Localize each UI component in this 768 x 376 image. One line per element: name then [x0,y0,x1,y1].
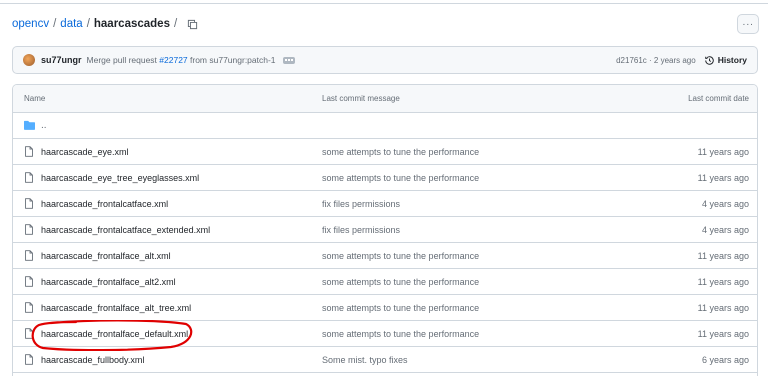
table-row[interactable]: haarcascade_frontalcatface.xml fix files … [13,191,757,217]
breadcrumb-folder-link[interactable]: data [60,18,82,30]
copy-path-button[interactable] [186,18,198,30]
file-icon [24,354,35,365]
file-icon [24,146,35,157]
file-commit-message[interactable]: Some mist. typo fixes [322,355,652,365]
breadcrumb-separator: / [53,18,57,30]
table-row[interactable]: haarcascade_frontalface_alt.xml some atte… [13,243,757,269]
file-name-link[interactable]: haarcascade_frontalcatface_extended.xml [41,225,210,235]
file-commit-message[interactable]: fix files permissions [322,199,652,209]
file-name-link[interactable]: haarcascade_eye.xml [41,147,129,157]
breadcrumb: opencv / data / haarcascades / [12,17,198,31]
breadcrumb-repo-link[interactable]: opencv [12,18,49,30]
commit-message-prefix: Merge pull request [86,55,160,65]
file-commit-date: 4 years ago [701,224,749,235]
file-commit-date: 11 years ago [697,146,749,157]
file-icon [24,224,35,235]
file-commit-date: 11 years ago [697,172,749,183]
parent-directory-row[interactable]: .. [13,113,757,139]
file-commit-date: 11 years ago [697,302,749,313]
parent-directory-link[interactable]: .. [41,120,47,131]
commit-meta: d21761c · 2 years ago History [616,55,747,66]
table-row[interactable]: haarcascade_frontalface_alt_tree.xml some… [13,295,757,321]
more-options-button[interactable]: ··· [737,14,759,34]
file-name-link[interactable]: haarcascade_frontalface_alt.xml [41,251,171,261]
file-icon [24,172,35,183]
file-commit-message[interactable]: some attempts to tune the performance [322,329,652,339]
column-header-message: Last commit message [322,94,400,103]
copy-icon [187,19,197,29]
expand-commit-message-button[interactable] [282,56,295,64]
file-name-link[interactable]: haarcascade_frontalface_default.xml [41,329,188,339]
history-button[interactable]: History [704,55,747,66]
table-row[interactable]: haarcascade_eye_tree_eyeglasses.xml some … [13,165,757,191]
page-top-border [0,3,768,4]
latest-commit-bar: su77ungr Merge pull request #22727 from … [12,46,758,74]
file-commit-message[interactable]: some attempts to tune the performance [322,303,652,313]
file-commit-date: 11 years ago [697,250,749,261]
file-name-link[interactable]: haarcascade_frontalface_alt2.xml [41,277,176,287]
table-row[interactable]: haarcascade_eye.xml some attempts to tune… [13,139,757,165]
file-commit-message[interactable]: some attempts to tune the performance [322,147,652,157]
file-commit-message[interactable]: some attempts to tune the performance [322,277,652,287]
table-header: Name Last commit message Last commit dat… [13,85,757,113]
table-row[interactable]: haarcascade_frontalface_default.xml some … [13,321,757,347]
file-commit-message[interactable]: some attempts to tune the performance [322,173,652,183]
history-label: History [717,55,747,65]
file-commit-date: 6 years ago [701,354,749,365]
file-name-link[interactable]: haarcascade_eye_tree_eyeglasses.xml [41,173,199,183]
commit-pr-link[interactable]: #22727 [159,55,187,65]
column-header-date: Last commit date [688,94,749,103]
file-icon [24,198,35,209]
file-icon [24,276,35,287]
file-commit-message[interactable]: some attempts to tune the performance [322,251,652,261]
file-icon [24,302,35,313]
avatar[interactable] [23,54,35,66]
commit-message[interactable]: Merge pull request #22727 from su77ungr:… [87,55,276,65]
table-row[interactable]: haarcascade_frontalface_alt2.xml some att… [13,269,757,295]
file-icon [24,328,35,339]
commit-message-suffix: from su77ungr:patch-1 [187,55,276,65]
file-name-link[interactable]: haarcascade_frontalface_alt_tree.xml [41,303,191,313]
file-commit-message[interactable]: fix files permissions [322,225,652,235]
file-table: Name Last commit message Last commit dat… [12,84,758,376]
table-row[interactable]: haarcascade_frontalcatface_extended.xml f… [13,217,757,243]
file-rows: haarcascade_eye.xmlsome attempts to tune… [13,139,757,373]
commit-author[interactable]: su77ungr [41,55,82,65]
file-commit-date: 4 years ago [701,198,749,209]
file-icon [24,250,35,261]
commit-sha-date[interactable]: d21761c · 2 years ago [616,56,696,65]
file-name-link[interactable]: haarcascade_fullbody.xml [41,355,144,365]
file-commit-date: 11 years ago [697,276,749,287]
table-row[interactable]: haarcascade_fullbody.xml Some mist. typo … [13,347,757,373]
breadcrumb-current: haarcascades [93,18,170,30]
folder-icon [24,120,35,131]
file-commit-date: 11 years ago [697,328,749,339]
breadcrumb-separator: / [86,18,90,30]
history-icon [704,55,714,65]
column-header-name: Name [24,94,46,103]
file-name-link[interactable]: haarcascade_frontalcatface.xml [41,199,168,209]
breadcrumb-trailing-slash: / [173,18,178,30]
